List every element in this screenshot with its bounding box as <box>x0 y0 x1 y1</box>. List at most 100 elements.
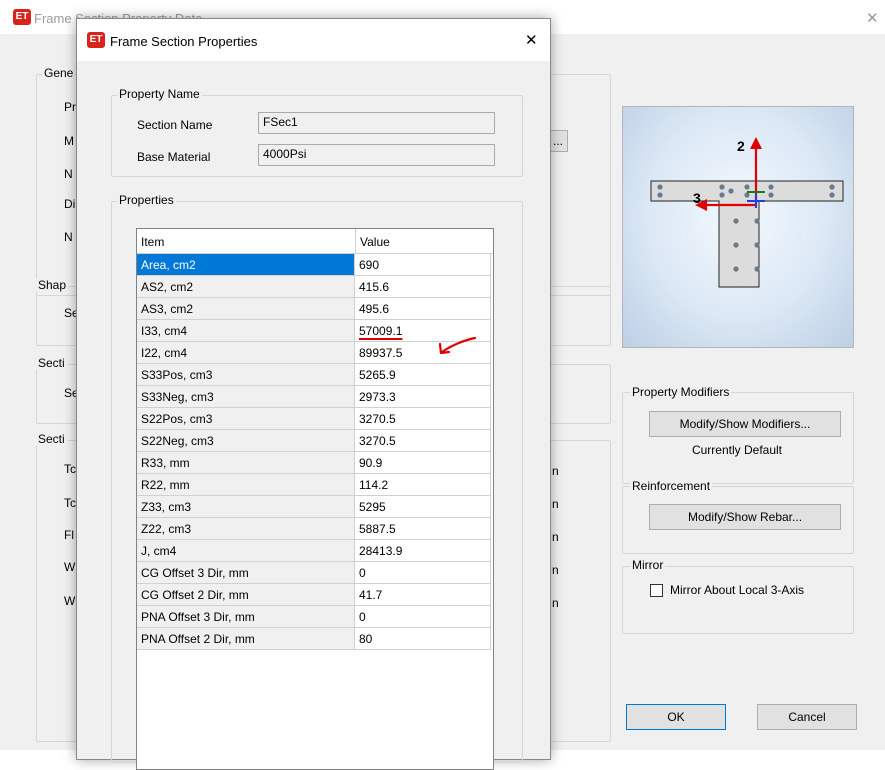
base-material-label: Base Material <box>137 150 211 164</box>
section-b-field-label-1: Tc <box>64 462 76 476</box>
reinforcement-label: Reinforcement <box>630 479 713 493</box>
item-cell[interactable]: S22Neg, cm3 <box>137 430 355 452</box>
general-group-label: Gene <box>42 66 76 80</box>
value-cell[interactable]: 5295 <box>355 496 491 518</box>
item-cell[interactable]: Z22, cm3 <box>137 518 355 540</box>
item-cell[interactable]: Area, cm2 <box>137 254 355 276</box>
table-row[interactable]: S33Neg, cm3 2973.3 <box>137 386 493 408</box>
properties-table[interactable]: Item Value Area, cm2 690 AS2, cm2 415.6 AS3,… <box>136 228 494 770</box>
section-name-label: Section Name <box>137 118 213 132</box>
properties-group-label: Properties <box>117 193 176 207</box>
modify-show-modifiers-button[interactable]: Modify/Show Modifiers... <box>649 411 841 437</box>
modifiers-status-text: Currently Default <box>691 443 783 457</box>
unit-label-1: n <box>552 464 559 478</box>
property-name-group-label: Property Name <box>117 87 202 101</box>
item-cell[interactable]: S33Pos, cm3 <box>137 364 355 386</box>
value-cell[interactable]: 28413.9 <box>355 540 491 562</box>
section-b-field-label-5: W <box>64 594 76 608</box>
item-cell[interactable]: R22, mm <box>137 474 355 496</box>
general-field-label-1: Pr <box>64 100 76 114</box>
item-cell[interactable]: PNA Offset 2 Dir, mm <box>137 628 355 650</box>
section-group-label-a: Secti <box>36 356 67 370</box>
general-field-label-4: Di <box>64 197 76 211</box>
table-row[interactable]: J, cm4 28413.9 <box>137 540 493 562</box>
ok-button[interactable]: OK <box>626 704 726 730</box>
item-cell[interactable]: J, cm4 <box>137 540 355 562</box>
value-cell[interactable]: 0 <box>355 606 491 628</box>
table-row[interactable]: R22, mm 114.2 <box>137 474 493 496</box>
axis-3-label: 3 <box>693 190 701 206</box>
table-row[interactable]: R33, mm 90.9 <box>137 452 493 474</box>
dialog-close-icon[interactable]: ✕ <box>525 31 538 49</box>
table-row[interactable]: Area, cm2 690 <box>137 254 493 276</box>
value-cell[interactable]: 41.7 <box>355 584 491 606</box>
background-close-icon[interactable]: ✕ <box>866 9 879 27</box>
table-row[interactable]: AS2, cm2 415.6 <box>137 276 493 298</box>
mirror-local-3-axis-checkbox[interactable] <box>650 584 663 597</box>
item-cell[interactable]: Z33, cm3 <box>137 496 355 518</box>
item-cell[interactable]: I22, cm4 <box>137 342 355 364</box>
value-cell[interactable]: 80 <box>355 628 491 650</box>
section-b-field-label-2: Tc <box>64 496 76 510</box>
value-cell[interactable]: 0 <box>355 562 491 584</box>
value-column-header[interactable]: Value <box>355 229 491 253</box>
section-preview-canvas[interactable]: 2 3 <box>622 106 854 348</box>
table-row[interactable]: CG Offset 2 Dir, mm 41.7 <box>137 584 493 606</box>
general-field-label-2: M <box>64 134 74 148</box>
item-cell[interactable]: AS3, cm2 <box>137 298 355 320</box>
frame-section-properties-dialog: ET Frame Section Properties ✕ Property N… <box>76 18 551 770</box>
mirror-groupbox <box>622 566 854 634</box>
value-cell[interactable]: 3270.5 <box>355 430 491 452</box>
item-cell[interactable]: CG Offset 2 Dir, mm <box>137 584 355 606</box>
table-header: Item Value <box>137 229 493 254</box>
mirror-checkbox-label: Mirror About Local 3-Axis <box>670 583 805 597</box>
value-cell[interactable]: 5265.9 <box>355 364 491 386</box>
table-row[interactable]: PNA Offset 3 Dir, mm 0 <box>137 606 493 628</box>
dialog-app-icon: ET <box>87 32 105 48</box>
property-modifiers-label: Property Modifiers <box>630 385 732 399</box>
modify-show-rebar-button[interactable]: Modify/Show Rebar... <box>649 504 841 530</box>
unit-label-5: n <box>552 596 559 610</box>
unit-label-2: n <box>552 497 559 511</box>
value-cell[interactable]: 3270.5 <box>355 408 491 430</box>
base-material-field[interactable]: 4000Psi <box>258 144 495 166</box>
value-cell[interactable]: 5887.5 <box>355 518 491 540</box>
item-cell[interactable]: CG Offset 3 Dir, mm <box>137 562 355 584</box>
section-name-field[interactable]: FSec1 <box>258 112 495 134</box>
table-row[interactable]: S33Pos, cm3 5265.9 <box>137 364 493 386</box>
item-cell[interactable]: S22Pos, cm3 <box>137 408 355 430</box>
table-row[interactable]: Z33, cm3 5295 <box>137 496 493 518</box>
value-cell[interactable]: 114.2 <box>355 474 491 496</box>
table-row[interactable]: S22Neg, cm3 3270.5 <box>137 430 493 452</box>
table-row[interactable]: Z22, cm3 5887.5 <box>137 518 493 540</box>
table-row[interactable]: S22Pos, cm3 3270.5 <box>137 408 493 430</box>
item-cell[interactable]: S33Neg, cm3 <box>137 386 355 408</box>
cancel-button[interactable]: Cancel <box>757 704 857 730</box>
axis-2-label: 2 <box>737 138 745 154</box>
value-cell[interactable]: 2973.3 <box>355 386 491 408</box>
value-cell[interactable]: 495.6 <box>355 298 491 320</box>
value-cell[interactable]: 415.6 <box>355 276 491 298</box>
item-cell[interactable]: AS2, cm2 <box>137 276 355 298</box>
section-b-field-label-3: Fl <box>64 528 74 542</box>
value-cell[interactable]: 90.9 <box>355 452 491 474</box>
material-ellipsis-button[interactable]: ... <box>548 130 568 152</box>
item-cell[interactable]: R33, mm <box>137 452 355 474</box>
item-cell[interactable]: I33, cm4 <box>137 320 355 342</box>
mirror-label: Mirror <box>630 558 666 572</box>
dialog-titlebar: ET Frame Section Properties ✕ <box>77 19 550 61</box>
table-row[interactable]: PNA Offset 2 Dir, mm 80 <box>137 628 493 650</box>
section-b-field-label-4: W <box>64 560 76 574</box>
annotation-arrow-icon <box>438 336 477 355</box>
item-cell[interactable]: PNA Offset 3 Dir, mm <box>137 606 355 628</box>
shape-group-label: Shap <box>36 278 69 292</box>
dialog-title: Frame Section Properties <box>110 34 258 49</box>
general-field-label-5: N <box>64 230 73 244</box>
unit-label-4: n <box>552 563 559 577</box>
general-field-label-3: N <box>64 167 73 181</box>
table-row[interactable]: CG Offset 3 Dir, mm 0 <box>137 562 493 584</box>
table-row[interactable]: AS3, cm2 495.6 <box>137 298 493 320</box>
unit-label-3: n <box>552 530 559 544</box>
value-cell[interactable]: 690 <box>355 254 491 276</box>
item-column-header[interactable]: Item <box>137 229 355 253</box>
